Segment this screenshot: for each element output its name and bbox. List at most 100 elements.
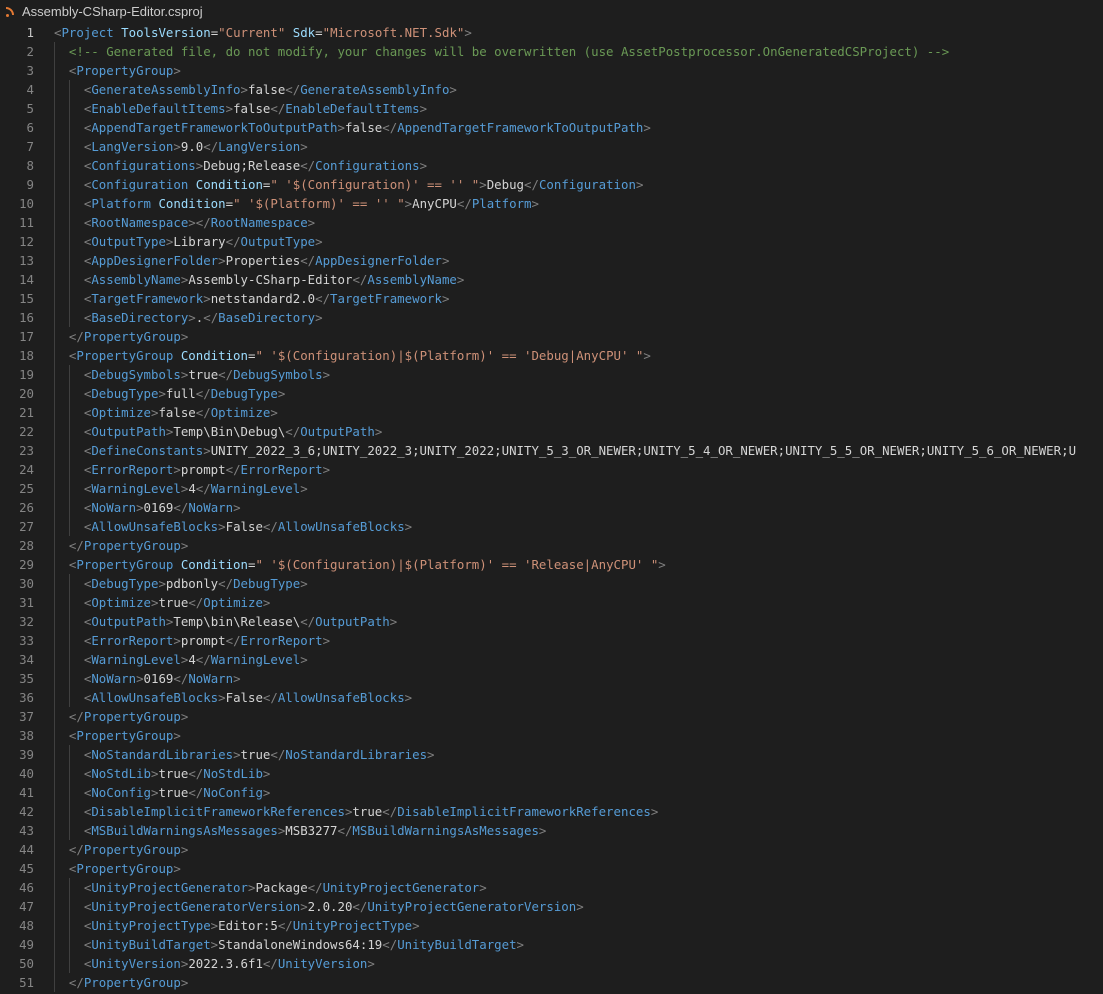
code-line[interactable]: 36 <AllowUnsafeBlocks>False</AllowUnsafe…	[0, 688, 1103, 707]
code-token: NoWarn	[91, 671, 137, 686]
indent-guide	[54, 479, 55, 498]
code-line[interactable]: 2 <!-- Generated file, do not modify, yo…	[0, 42, 1103, 61]
code-token: false	[158, 405, 196, 420]
code-line[interactable]: 26 <NoWarn>0169</NoWarn>	[0, 498, 1103, 517]
code-token: ErrorReport	[91, 462, 174, 477]
indent-guide	[54, 308, 55, 327]
code-token: UnityProjectType	[292, 918, 413, 933]
indent-guide	[54, 384, 55, 403]
code-line[interactable]: 46 <UnityProjectGenerator>Package</Unity…	[0, 878, 1103, 897]
line-number: 49	[19, 937, 34, 952]
code-line[interactable]: 28 </PropertyGroup>	[0, 536, 1103, 555]
code-line[interactable]: 31 <Optimize>true</Optimize>	[0, 593, 1103, 612]
code-line[interactable]: 43 <MSBuildWarningsAsMessages>MSB3277</M…	[0, 821, 1103, 840]
code-line[interactable]: 8 <Configurations>Debug;Release</Configu…	[0, 156, 1103, 175]
editor-tab[interactable]: Assembly-CSharp-Editor.csproj	[0, 0, 1103, 23]
code-token: </	[352, 272, 368, 287]
code-line[interactable]: 35 <NoWarn>0169</NoWarn>	[0, 669, 1103, 688]
code-line[interactable]: 17 </PropertyGroup>	[0, 327, 1103, 346]
code-token: Sdk	[292, 25, 316, 40]
code-line[interactable]: 3 <PropertyGroup>	[0, 61, 1103, 80]
code-line[interactable]: 37 </PropertyGroup>	[0, 707, 1103, 726]
code-line[interactable]: 40 <NoStdLib>true</NoStdLib>	[0, 764, 1103, 783]
line-code: <DebugType>full</DebugType>	[34, 384, 285, 403]
code-token: 2.0.20	[307, 899, 353, 914]
code-line[interactable]: 42 <DisableImplicitFrameworkReferences>t…	[0, 802, 1103, 821]
code-line[interactable]: 34 <WarningLevel>4</WarningLevel>	[0, 650, 1103, 669]
code-token: LangVersion	[91, 139, 174, 154]
code-token: </	[218, 576, 234, 591]
code-line[interactable]: 7 <LangVersion>9.0</LangVersion>	[0, 137, 1103, 156]
line-number: 24	[19, 462, 34, 477]
code-line[interactable]: 20 <DebugType>full</DebugType>	[0, 384, 1103, 403]
code-line[interactable]: 14 <AssemblyName>Assembly-CSharp-Editor<…	[0, 270, 1103, 289]
code-line[interactable]: 13 <AppDesignerFolder>Properties</AppDes…	[0, 251, 1103, 270]
code-line[interactable]: 4 <GenerateAssemblyInfo>false</GenerateA…	[0, 80, 1103, 99]
code-line[interactable]: 48 <UnityProjectType>Editor:5</UnityProj…	[0, 916, 1103, 935]
code-line[interactable]: 29 <PropertyGroup Condition=" '$(Configu…	[0, 555, 1103, 574]
code-token: NoWarn	[188, 671, 234, 686]
code-token: AllowUnsafeBlocks	[91, 519, 219, 534]
code-line[interactable]: 30 <DebugType>pdbonly</DebugType>	[0, 574, 1103, 593]
code-line[interactable]: 1 <Project ToolsVersion="Current" Sdk="Mi…	[0, 23, 1103, 42]
code-line[interactable]: 12 <OutputType>Library</OutputType>	[0, 232, 1103, 251]
code-line[interactable]: 16 <BaseDirectory>.</BaseDirectory>	[0, 308, 1103, 327]
code-line[interactable]: 50 <UnityVersion>2022.3.6f1</UnityVersio…	[0, 954, 1103, 973]
line-code: <AssemblyName>Assembly-CSharp-Editor</As…	[34, 270, 464, 289]
code-line[interactable]: 23 <DefineConstants>UNITY_2022_3_6;UNITY…	[0, 441, 1103, 460]
code-line[interactable]: 10 <Platform Condition=" '$(Platform)' =…	[0, 194, 1103, 213]
code-line[interactable]: 25 <WarningLevel>4</WarningLevel>	[0, 479, 1103, 498]
indent-guide	[68, 213, 70, 232]
code-line[interactable]: 41 <NoConfig>true</NoConfig>	[0, 783, 1103, 802]
code-line[interactable]: 38 <PropertyGroup>	[0, 726, 1103, 745]
code-line[interactable]: 15 <TargetFramework>netstandard2.0</Targ…	[0, 289, 1103, 308]
indent-guide	[68, 232, 70, 251]
code-line[interactable]: 47 <UnityProjectGeneratorVersion>2.0.20<…	[0, 897, 1103, 916]
line-number: 44	[19, 842, 34, 857]
code-token: <!-- Generated file, do not modify, your…	[68, 44, 950, 59]
code-token: </	[270, 101, 286, 116]
code-token: >	[300, 139, 308, 154]
code-line[interactable]: 32 <OutputPath>Temp\bin\Release\</Output…	[0, 612, 1103, 631]
code-token: >	[456, 272, 465, 287]
line-code: <Optimize>false</Optimize>	[34, 403, 278, 422]
indent-guide	[68, 574, 70, 593]
code-line[interactable]: 19 <DebugSymbols>true</DebugSymbols>	[0, 365, 1103, 384]
code-line[interactable]: 39 <NoStandardLibraries>true</NoStandard…	[0, 745, 1103, 764]
code-line[interactable]: 45 <PropertyGroup>	[0, 859, 1103, 878]
code-token: true	[240, 747, 271, 762]
indent-guide	[68, 802, 70, 821]
code-token: </	[68, 975, 84, 990]
code-token: >	[240, 82, 248, 97]
code-line[interactable]: 24 <ErrorReport>prompt</ErrorReport>	[0, 460, 1103, 479]
line-number: 20	[19, 386, 34, 401]
code-line[interactable]: 44 </PropertyGroup>	[0, 840, 1103, 859]
code-line[interactable]: 9 <Configuration Condition=" '$(Configur…	[0, 175, 1103, 194]
code-editor[interactable]: 1 <Project ToolsVersion="Current" Sdk="Mi…	[0, 23, 1103, 992]
line-number: 16	[19, 310, 34, 325]
line-number: 22	[19, 424, 34, 439]
code-token: Configuration	[538, 177, 636, 192]
code-token: >	[479, 177, 487, 192]
indent-guide	[54, 593, 55, 612]
code-line[interactable]: 22 <OutputPath>Temp\Bin\Debug\</OutputPa…	[0, 422, 1103, 441]
code-line[interactable]: 5 <EnableDefaultItems>false</EnableDefau…	[0, 99, 1103, 118]
code-token: 0169	[143, 671, 174, 686]
code-token: </	[203, 139, 219, 154]
code-line[interactable]: 6 <AppendTargetFrameworkToOutputPath>fal…	[0, 118, 1103, 137]
code-line[interactable]: 27 <AllowUnsafeBlocks>False</AllowUnsafe…	[0, 517, 1103, 536]
line-code: <Project ToolsVersion="Current" Sdk="Mic…	[34, 23, 472, 42]
code-line[interactable]: 21 <Optimize>false</Optimize>	[0, 403, 1103, 422]
code-token: Optimize	[210, 405, 271, 420]
line-code: </PropertyGroup>	[34, 327, 188, 346]
code-line[interactable]: 18 <PropertyGroup Condition=" '$(Configu…	[0, 346, 1103, 365]
code-line[interactable]: 11 <RootNamespace></RootNamespace>	[0, 213, 1103, 232]
code-line[interactable]: 33 <ErrorReport>prompt</ErrorReport>	[0, 631, 1103, 650]
line-code: <NoConfig>true</NoConfig>	[34, 783, 270, 802]
code-token: </	[188, 766, 204, 781]
code-token: >	[479, 880, 487, 895]
code-line[interactable]: 49 <UnityBuildTarget>StandaloneWindows64…	[0, 935, 1103, 954]
code-line[interactable]: 51 </PropertyGroup>	[0, 973, 1103, 992]
